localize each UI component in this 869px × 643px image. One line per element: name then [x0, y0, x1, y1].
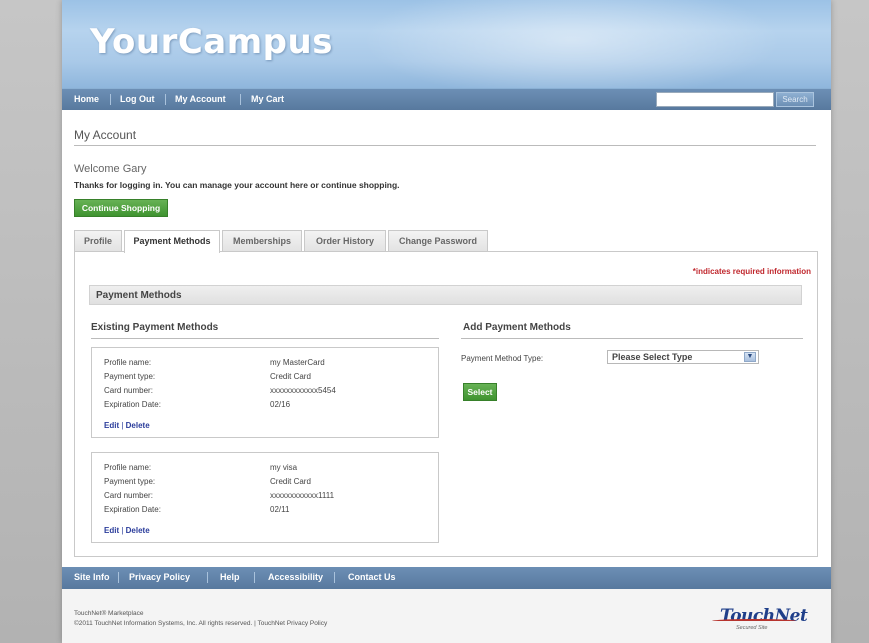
logo-swoosh	[712, 619, 796, 623]
payment-card: Profile name: my MasterCard Payment type…	[91, 347, 439, 438]
payment-method-type-select[interactable]: Please Select Type ▼	[607, 350, 759, 364]
nav-divider	[165, 94, 166, 105]
page-footer: TouchNet® Marketplace ©2011 TouchNet Inf…	[62, 589, 831, 643]
field-label: Card number:	[104, 491, 153, 500]
nav-home-link[interactable]: Home	[74, 94, 99, 104]
select-value: Please Select Type	[612, 352, 693, 362]
payment-type-value: Credit Card	[270, 372, 311, 381]
expiration-value: 02/16	[270, 400, 291, 409]
nav-logout-link[interactable]: Log Out	[120, 94, 155, 104]
section-title: Payment Methods	[96, 290, 182, 301]
payment-card: Profile name: my visa Payment type: Cred…	[91, 452, 439, 543]
delete-link[interactable]: Delete	[126, 526, 150, 535]
welcome-heading: Welcome Gary	[74, 163, 147, 175]
footer-contact-link[interactable]: Contact Us	[348, 572, 396, 582]
continue-shopping-button[interactable]: Continue Shopping	[74, 199, 168, 217]
tab-payment-methods[interactable]: Payment Methods	[124, 230, 220, 253]
nav-divider	[240, 94, 241, 105]
action-separator: |	[121, 526, 124, 535]
nav-divider	[110, 94, 111, 105]
footer-copyright: ©2011 TouchNet Information Systems, Inc.…	[74, 620, 328, 627]
tab-order-history[interactable]: Order History	[304, 230, 386, 252]
profile-name-value: my MasterCard	[270, 358, 325, 367]
field-label: Expiration Date:	[104, 505, 161, 514]
nav-my-cart-link[interactable]: My Cart	[251, 94, 284, 104]
add-methods-title: Add Payment Methods	[463, 322, 571, 333]
edit-link[interactable]: Edit	[104, 421, 119, 430]
nav-divider	[118, 572, 119, 583]
nav-divider	[207, 572, 208, 583]
select-button[interactable]: Select	[463, 383, 497, 401]
footer-site-info-link[interactable]: Site Info	[74, 572, 110, 582]
delete-link[interactable]: Delete	[126, 421, 150, 430]
page-title: My Account	[74, 128, 137, 142]
touchnet-tagline: Secured Site	[736, 625, 768, 631]
site-header: YourCampus	[62, 0, 831, 88]
tab-change-password[interactable]: Change Password	[388, 230, 488, 252]
existing-methods-title: Existing Payment Methods	[91, 322, 219, 333]
site-logo[interactable]: YourCampus	[90, 22, 333, 62]
card-number-value: xxxxxxxxxxxx5454	[270, 386, 336, 395]
nav-divider	[334, 572, 335, 583]
background-right	[831, 0, 869, 643]
section-header: Payment Methods	[89, 285, 802, 305]
card-number-value: xxxxxxxxxxxx1111	[270, 491, 335, 500]
footer-nav: Site Info Privacy Policy Help Accessibil…	[62, 567, 831, 589]
field-label: Expiration Date:	[104, 400, 161, 409]
page-container: YourCampus Home Log Out My Account My Ca…	[62, 0, 831, 643]
field-label: Profile name:	[104, 463, 152, 472]
tab-memberships[interactable]: Memberships	[222, 230, 302, 252]
top-nav: Home Log Out My Account My Cart Search	[62, 88, 831, 110]
action-separator: |	[121, 421, 124, 430]
nav-divider	[254, 572, 255, 583]
card-actions: Edit | Delete	[104, 421, 150, 430]
footer-help-link[interactable]: Help	[220, 572, 240, 582]
welcome-message: Thanks for logging in. You can manage yo…	[74, 180, 400, 190]
title-divider	[74, 145, 816, 146]
field-label: Card number:	[104, 386, 153, 395]
footer-product-name: TouchNet® Marketplace	[74, 610, 144, 617]
required-note: *indicates required information	[692, 267, 811, 276]
payment-method-type-label: Payment Method Type:	[461, 354, 544, 363]
field-label: Payment type:	[104, 372, 156, 381]
touchnet-logo: TouchNet Secured Site	[712, 604, 808, 634]
search-button[interactable]: Search	[776, 92, 814, 107]
expiration-value: 02/11	[270, 505, 290, 514]
existing-divider	[91, 338, 439, 339]
tab-profile[interactable]: Profile	[74, 230, 122, 252]
nav-my-account-link[interactable]: My Account	[175, 94, 226, 104]
field-label: Payment type:	[104, 477, 156, 486]
touchnet-brand-text: TouchNet	[720, 606, 808, 626]
add-divider	[461, 338, 803, 339]
chevron-down-icon: ▼	[744, 352, 756, 362]
payment-methods-panel: *indicates required information Payment …	[74, 251, 818, 557]
background-left	[0, 0, 62, 643]
profile-name-value: my visa	[270, 463, 298, 472]
payment-type-value: Credit Card	[270, 477, 311, 486]
footer-privacy-link[interactable]: Privacy Policy	[129, 572, 190, 582]
footer-accessibility-link[interactable]: Accessibility	[268, 572, 323, 582]
search-input[interactable]	[656, 92, 774, 107]
card-actions: Edit | Delete	[104, 526, 150, 535]
field-label: Profile name:	[104, 358, 152, 367]
edit-link[interactable]: Edit	[104, 526, 119, 535]
